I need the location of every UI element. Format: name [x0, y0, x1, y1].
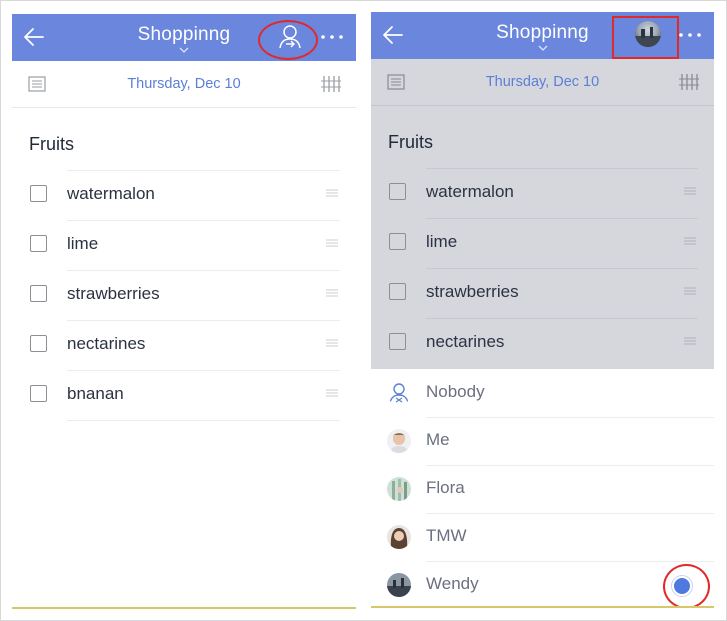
list-item[interactable]: watermalon [12, 170, 356, 220]
assignee-name: Nobody [426, 382, 485, 401]
list-title[interactable]: Shoppinng [138, 24, 231, 45]
drag-handle-icon[interactable] [326, 238, 338, 248]
item-checkbox[interactable] [30, 235, 47, 252]
assignee-avatar-button[interactable] [635, 21, 661, 47]
person-outline-icon [389, 383, 409, 404]
back-arrow-icon[interactable] [381, 22, 407, 48]
divider [426, 513, 714, 514]
more-options-icon[interactable] [678, 24, 702, 46]
item-checkbox[interactable] [30, 335, 47, 352]
chevron-down-icon [538, 45, 547, 51]
divider [67, 220, 340, 221]
list-item[interactable]: watermalon [371, 168, 714, 218]
chevron-down-icon [179, 47, 189, 53]
bottom-accent-line [371, 606, 714, 608]
assignee-name: Me [426, 430, 450, 449]
assign-person-icon[interactable] [276, 23, 304, 51]
item-label: lime [426, 232, 458, 251]
right-screen: Shoppinng Thursday, Dec 10 Fruits waterm… [371, 12, 714, 608]
list-item[interactable]: nectarines [371, 318, 714, 368]
divider [426, 318, 698, 319]
drag-handle-icon[interactable] [684, 236, 696, 246]
avatar-me [387, 429, 411, 453]
selected-radio[interactable] [672, 576, 692, 596]
list-item[interactable]: lime [12, 220, 356, 270]
divider [426, 561, 714, 562]
list-item[interactable]: bnanan [12, 370, 356, 420]
section-title: Fruits [29, 134, 74, 154]
item-checkbox[interactable] [30, 285, 47, 302]
list-item[interactable]: strawberries [371, 268, 714, 318]
item-checkbox[interactable] [389, 283, 406, 300]
drag-handle-icon[interactable] [684, 336, 696, 346]
date-bar: Thursday, Dec 10 [12, 61, 356, 108]
date-bar: Thursday, Dec 10 [371, 59, 714, 106]
list-item[interactable]: strawberries [12, 270, 356, 320]
item-label: strawberries [426, 282, 519, 301]
list-title[interactable]: Shoppinng [496, 22, 589, 43]
divider [67, 270, 340, 271]
top-bar: Shoppinng [371, 12, 714, 59]
item-checkbox[interactable] [30, 385, 47, 402]
tally-marks-icon[interactable] [678, 71, 700, 93]
item-label: watermalon [67, 184, 155, 203]
divider [426, 417, 714, 418]
item-label: bnanan [67, 384, 124, 403]
item-label: lime [67, 234, 99, 253]
drag-handle-icon[interactable] [326, 288, 338, 298]
top-bar: Shoppinng [12, 14, 356, 61]
back-arrow-icon[interactable] [22, 24, 48, 50]
divider [67, 320, 340, 321]
drag-handle-icon[interactable] [684, 186, 696, 196]
assignee-name: Wendy [426, 574, 479, 593]
drag-handle-icon[interactable] [326, 188, 338, 198]
divider [426, 465, 714, 466]
left-screen: Shoppinng Thursday, Dec 10 Fruits waterm… [12, 14, 356, 610]
more-options-icon[interactable] [320, 26, 344, 48]
drag-handle-icon[interactable] [326, 338, 338, 348]
item-checkbox[interactable] [389, 233, 406, 250]
item-checkbox[interactable] [389, 183, 406, 200]
item-label: nectarines [67, 334, 146, 353]
section-title: Fruits [388, 132, 433, 152]
item-label: watermalon [426, 182, 514, 201]
divider [426, 218, 698, 219]
divider [67, 370, 340, 371]
divider [426, 268, 698, 269]
divider [426, 168, 698, 169]
avatar-tmw [387, 525, 411, 549]
divider [67, 420, 340, 421]
avatar-photo-icon [635, 27, 661, 47]
assignee-option-wendy[interactable]: Wendy [371, 561, 714, 608]
tally-marks-icon[interactable] [320, 73, 342, 95]
drag-handle-icon[interactable] [684, 286, 696, 296]
item-label: strawberries [67, 284, 160, 303]
assignee-name: Flora [426, 478, 465, 497]
assignee-option-flora[interactable]: Flora [371, 465, 714, 513]
avatar-flora [387, 477, 411, 501]
list-item[interactable]: lime [371, 218, 714, 268]
item-checkbox[interactable] [389, 333, 406, 350]
date-label[interactable]: Thursday, Dec 10 [12, 76, 356, 92]
assignee-option-me[interactable]: Me [371, 417, 714, 465]
assignee-name: TMW [426, 526, 467, 545]
assignee-option-tmw[interactable]: TMW [371, 513, 714, 561]
assignee-option-nobody[interactable]: Nobody [371, 369, 714, 417]
item-checkbox[interactable] [30, 185, 47, 202]
bottom-accent-line [12, 607, 356, 609]
divider [67, 170, 340, 171]
drag-handle-icon[interactable] [326, 388, 338, 398]
item-label: nectarines [426, 332, 505, 351]
list-item[interactable]: nectarines [12, 320, 356, 370]
date-label[interactable]: Thursday, Dec 10 [371, 74, 714, 90]
avatar-wendy [387, 573, 411, 597]
